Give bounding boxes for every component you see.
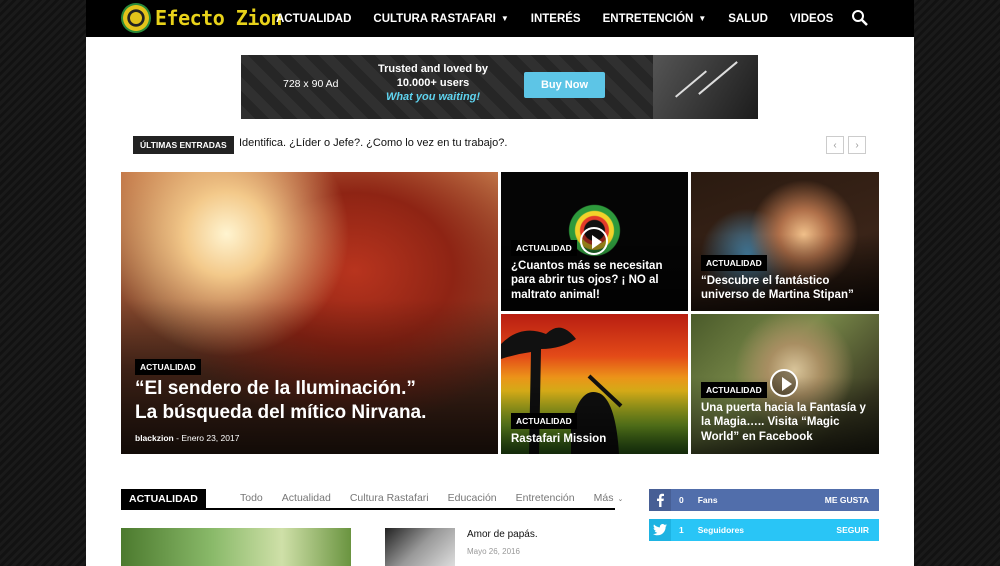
site-logo[interactable]: Efecto Zion xyxy=(121,2,282,34)
post-date: Enero 23, 2017 xyxy=(181,433,240,443)
featured-post-tile[interactable]: ACTUALIDAD ¿Cuantos más se necesitan par… xyxy=(501,172,688,311)
tab-educacion[interactable]: Educación xyxy=(448,492,497,504)
play-video-icon[interactable] xyxy=(580,227,608,255)
tab-cultura-rastafari[interactable]: Cultura Rastafari xyxy=(350,492,429,504)
play-video-icon[interactable] xyxy=(770,369,798,397)
ticker-next-button[interactable]: › xyxy=(848,136,866,154)
facebook-label: Fans xyxy=(697,495,718,505)
ad-line-1: Trusted and loved by xyxy=(377,63,489,75)
block-title: ACTUALIDAD xyxy=(121,489,206,509)
nav-item-salud[interactable]: SALUD xyxy=(728,13,768,25)
nav-item-cultura-rastafari[interactable]: CULTURA RASTAFARI ▼ xyxy=(373,13,508,25)
block-post-thumbnail[interactable] xyxy=(385,528,455,566)
tile-title[interactable]: Una puerta hacia la Fantasía y la Magia…… xyxy=(701,401,876,444)
ad-line-2: 10.000+ users xyxy=(396,77,470,89)
tab-actualidad[interactable]: Actualidad xyxy=(282,492,331,504)
tile-title[interactable]: “Descubre el fantástico universo de Mart… xyxy=(701,274,876,303)
featured-main-title[interactable]: “El sendero de la Iluminación.” La búsqu… xyxy=(135,377,435,425)
featured-post-main[interactable]: ACTUALIDAD “El sendero de la Iluminación… xyxy=(121,172,498,454)
block-filter-tabs: Todo Actualidad Cultura Rastafari Educac… xyxy=(240,492,642,504)
twitter-icon xyxy=(649,519,671,541)
nav-item-videos[interactable]: VIDEOS xyxy=(790,13,833,25)
twitter-count: 1 xyxy=(679,525,684,535)
ticker-label: ÚLTIMAS ENTRADAS xyxy=(133,136,234,154)
category-badge[interactable]: ACTUALIDAD xyxy=(135,359,201,375)
category-badge[interactable]: ACTUALIDAD xyxy=(701,382,767,398)
tile-title[interactable]: Rastafari Mission xyxy=(511,432,686,446)
category-badge[interactable]: ACTUALIDAD xyxy=(511,240,577,256)
main-content: 728 x 90 Ad Trusted and loved by 10.000+… xyxy=(86,37,914,566)
featured-post-tile[interactable]: ACTUALIDAD Rastafari Mission xyxy=(501,314,688,454)
ticker-headline[interactable]: Identifica. ¿Líder o Jefe?. ¿Como lo vez… xyxy=(239,137,507,149)
chevron-down-icon: ▼ xyxy=(698,14,707,23)
block-divider xyxy=(121,508,615,510)
nav-item-actualidad[interactable]: ACTUALIDAD xyxy=(276,13,351,25)
buy-now-button[interactable]: Buy Now xyxy=(524,72,605,98)
tile-title[interactable]: ¿Cuantos más se necesitan para abrir tus… xyxy=(511,259,686,302)
facebook-icon xyxy=(649,489,671,511)
chevron-down-icon: ▼ xyxy=(500,14,509,23)
ad-line-3: What you waiting! xyxy=(385,91,481,103)
featured-post-tile[interactable]: ACTUALIDAD “Descubre el fantástico unive… xyxy=(691,172,879,311)
twitter-label: Seguidores xyxy=(697,525,745,535)
ad-copy: Trusted and loved by 10.000+ users What … xyxy=(363,63,503,103)
chevron-down-icon: ⌄ xyxy=(617,496,624,503)
nav-item-entretencion[interactable]: ENTRETENCIÓN ▼ xyxy=(603,13,707,25)
block-post-date: Mayo 26, 2016 xyxy=(467,547,520,556)
tab-todo[interactable]: Todo xyxy=(240,492,263,504)
facebook-counter[interactable]: 0 Fans ME GUSTA xyxy=(649,489,879,511)
main-menu: ACTUALIDAD CULTURA RASTAFARI ▼ INTERÉS EN… xyxy=(276,0,855,37)
block-post-image[interactable] xyxy=(121,528,351,566)
top-navbar: Efecto Zion ACTUALIDAD CULTURA RASTAFARI… xyxy=(86,0,914,37)
logo-badge-icon xyxy=(121,3,151,33)
nav-item-interes[interactable]: INTERÉS xyxy=(531,13,581,25)
search-icon[interactable] xyxy=(851,9,869,27)
twitter-follow-button[interactable]: SEGUIR xyxy=(836,525,869,535)
category-badge[interactable]: ACTUALIDAD xyxy=(701,255,767,271)
tab-entretencion[interactable]: Entretención xyxy=(516,492,575,504)
category-badge[interactable]: ACTUALIDAD xyxy=(511,413,577,429)
page-background-right xyxy=(914,0,1000,566)
page-background-left xyxy=(0,0,86,566)
twitter-counter[interactable]: 1 Seguidores SEGUIR xyxy=(649,519,879,541)
post-meta: blackzion - Enero 23, 2017 xyxy=(135,433,240,443)
ad-size-label: 728 x 90 Ad xyxy=(283,78,339,90)
ad-banner[interactable]: 728 x 90 Ad Trusted and loved by 10.000+… xyxy=(241,55,758,119)
ticker-prev-button[interactable]: ‹ xyxy=(826,136,844,154)
post-author[interactable]: blackzion xyxy=(135,433,174,443)
facebook-count: 0 xyxy=(679,495,684,505)
block-post-title[interactable]: Amor de papás. xyxy=(467,529,538,540)
facebook-like-button[interactable]: ME GUSTA xyxy=(825,495,869,505)
ad-laptop-image xyxy=(653,55,758,119)
featured-post-tile[interactable]: ACTUALIDAD Una puerta hacia la Fantasía … xyxy=(691,314,879,454)
logo-text: Efecto Zion xyxy=(155,6,282,30)
tab-more[interactable]: Más ⌄ xyxy=(594,492,624,504)
